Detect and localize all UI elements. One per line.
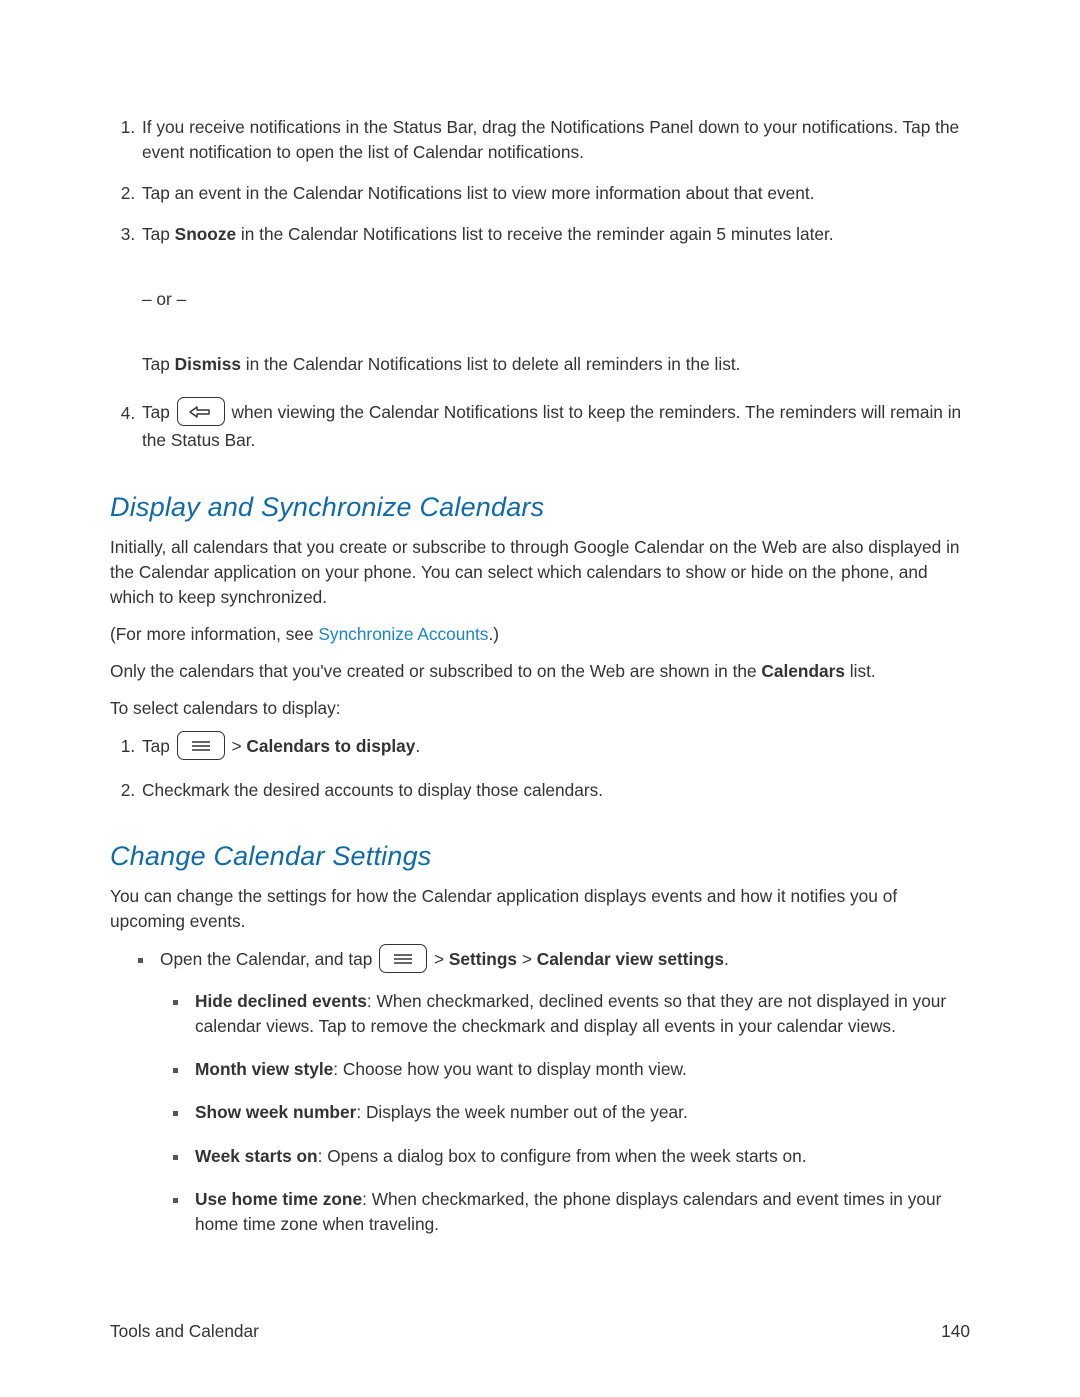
section1-p2: (For more information, see Synchronize A… bbox=[110, 622, 970, 647]
section1-p1: Initially, all calendars that you create… bbox=[110, 535, 970, 610]
bullet-month-view: Month view style: Choose how you want to… bbox=[190, 1057, 970, 1082]
step-2-text: Tap an event in the Calendar Notificatio… bbox=[142, 183, 814, 203]
bullet-hide-declined: Hide declined events: When checkmarked, … bbox=[190, 989, 970, 1039]
intro-steps-list: If you receive notifications in the Stat… bbox=[110, 115, 970, 454]
step-2: Tap an event in the Calendar Notificatio… bbox=[140, 181, 970, 206]
section1-p4: To select calendars to display: bbox=[110, 696, 970, 721]
section2-p1: You can change the settings for how the … bbox=[110, 884, 970, 934]
synchronize-accounts-link[interactable]: Synchronize Accounts bbox=[318, 624, 488, 644]
page-footer: Tools and Calendar 140 bbox=[110, 1321, 970, 1342]
section1-p3: Only the calendars that you've created o… bbox=[110, 659, 970, 684]
calendar-view-settings-label: Calendar view settings bbox=[537, 949, 724, 969]
bullet-week-starts-on: Week starts on: Opens a dialog box to co… bbox=[190, 1144, 970, 1169]
bullet-show-week-number: Show week number: Displays the week numb… bbox=[190, 1100, 970, 1125]
menu-button-icon bbox=[177, 731, 225, 760]
dismiss-label: Dismiss bbox=[175, 354, 241, 374]
snooze-label: Snooze bbox=[175, 224, 236, 244]
heading-change-settings: Change Calendar Settings bbox=[110, 841, 970, 872]
heading-display-sync: Display and Synchronize Calendars bbox=[110, 492, 970, 523]
section2-top-bullet: Open the Calendar, and tap > Settings > … bbox=[155, 946, 970, 1237]
menu-button-icon bbox=[379, 944, 427, 973]
settings-label: Settings bbox=[449, 949, 517, 969]
section2-outer-list: Open the Calendar, and tap > Settings > … bbox=[110, 946, 970, 1237]
step-1: If you receive notifications in the Stat… bbox=[140, 115, 970, 165]
step-3-alt: Tap Dismiss in the Calendar Notification… bbox=[142, 352, 970, 377]
section2-inner-list: Hide declined events: When checkmarked, … bbox=[160, 989, 970, 1237]
calendars-to-display-label: Calendars to display bbox=[246, 736, 415, 756]
step-4: Tap when viewing the Calendar Notificati… bbox=[140, 399, 970, 453]
section1-steps-list: Tap > Calendars to display. Checkmark th… bbox=[110, 733, 970, 803]
or-separator: – or – bbox=[142, 287, 970, 312]
back-button-icon bbox=[177, 397, 225, 426]
footer-section-title: Tools and Calendar bbox=[110, 1321, 259, 1342]
step-3: Tap Snooze in the Calendar Notifications… bbox=[140, 222, 970, 377]
footer-page-number: 140 bbox=[941, 1321, 970, 1342]
section1-step-2: Checkmark the desired accounts to displa… bbox=[140, 778, 970, 803]
bullet-home-time-zone: Use home time zone: When checkmarked, th… bbox=[190, 1187, 970, 1237]
step-1-text: If you receive notifications in the Stat… bbox=[142, 117, 959, 162]
section1-step-1: Tap > Calendars to display. bbox=[140, 733, 970, 762]
